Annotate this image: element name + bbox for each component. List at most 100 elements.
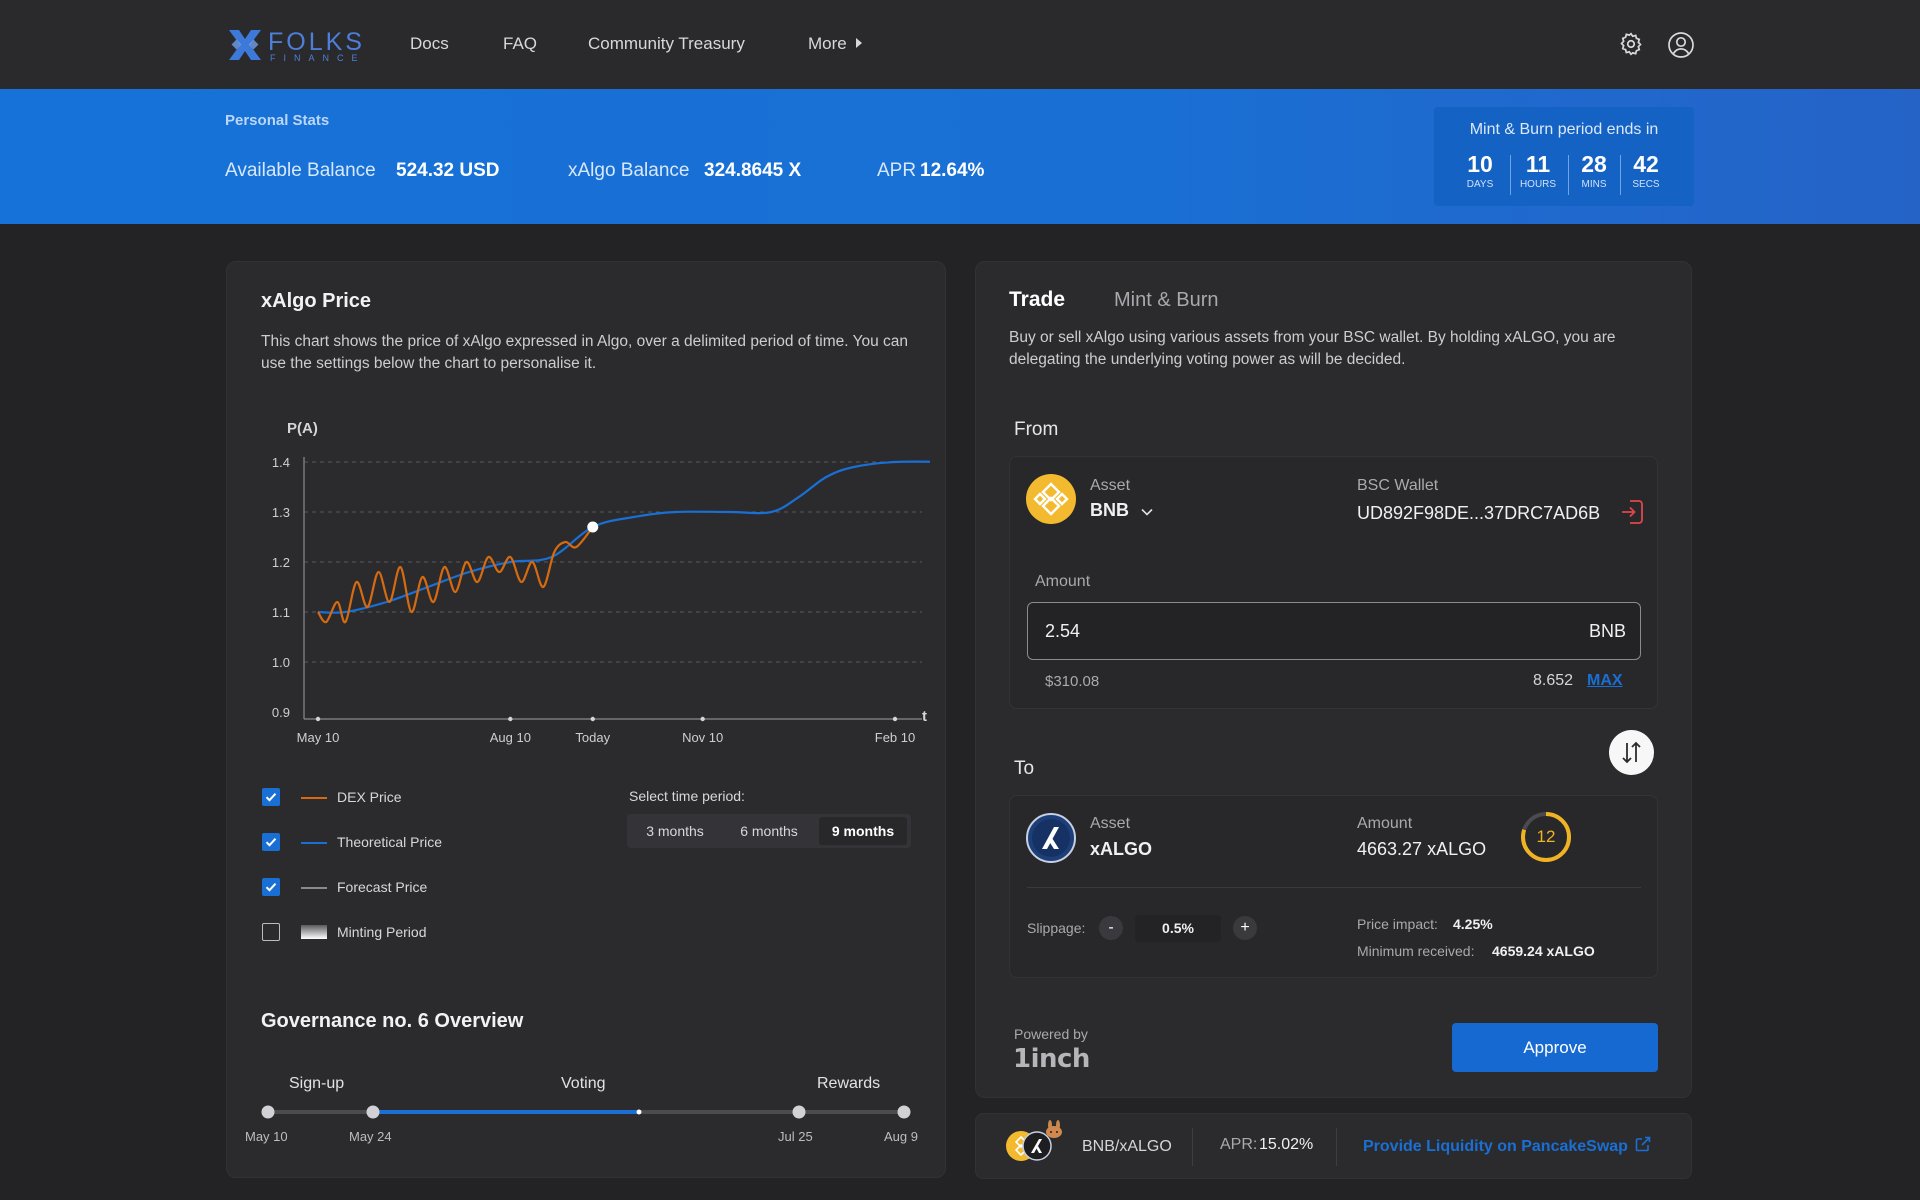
dex-price-label: DEX Price bbox=[337, 789, 402, 805]
xalgo-balance-label: xAlgo Balance bbox=[568, 160, 690, 181]
from-title: From bbox=[1014, 419, 1059, 440]
xalgo-price-chart: P(A) t 1.4 1.3 1.2 1.1 1.0 0.9 May 10 Aug 10 Tod… bbox=[272, 420, 930, 745]
bsc-wallet-address: UD892F98DE...37DRC7AD6B bbox=[1357, 503, 1601, 523]
minting-period-label: Minting Period bbox=[337, 924, 427, 940]
swap-arrows-icon bbox=[1622, 741, 1641, 764]
pancakeswap-bunny-icon bbox=[1044, 1120, 1064, 1138]
amount-input[interactable]: 2.54 BNB bbox=[1027, 602, 1641, 660]
checkmark-icon bbox=[265, 838, 277, 847]
phase-sign-up: Sign-up bbox=[289, 1075, 345, 1092]
phase-rewards: Rewards bbox=[817, 1075, 881, 1092]
slippage-decrease-button[interactable]: - bbox=[1099, 916, 1123, 940]
divider bbox=[1027, 887, 1641, 888]
top-navigation: FOLKS FINANCE Docs FAQ Community Treasur… bbox=[0, 0, 1920, 89]
timeline-node bbox=[897, 1105, 911, 1119]
to-amount-label: Amount bbox=[1357, 815, 1413, 832]
wallet-disconnect-icon[interactable] bbox=[1620, 499, 1644, 525]
slippage-input[interactable]: 0.5% bbox=[1135, 915, 1221, 942]
today-price-marker bbox=[587, 521, 599, 533]
countdown-secs-value: 42 bbox=[1633, 151, 1659, 177]
wallet-balance-value: 8.652 bbox=[1533, 672, 1574, 689]
apr-value: 12.64% bbox=[920, 160, 985, 181]
amount-usd-value: $310.08 bbox=[1045, 673, 1100, 690]
forecast-price-checkbox[interactable] bbox=[262, 878, 280, 896]
countdown-hours-unit: HOURS bbox=[1519, 179, 1557, 190]
gov-date-voting-end: Jul 25 bbox=[778, 1129, 813, 1144]
to-asset-value: xALGO bbox=[1090, 839, 1153, 859]
x-tick-label: Feb 10 bbox=[875, 730, 915, 745]
countdown-mins: 28 MINS bbox=[1566, 151, 1622, 190]
x-tick-marker bbox=[590, 716, 595, 722]
nav-more-label: More bbox=[808, 34, 847, 53]
x-tick-marker bbox=[508, 716, 513, 722]
xalgo-balance-value: 324.8645 X bbox=[704, 160, 802, 181]
theoretical-price-swatch bbox=[301, 842, 327, 844]
countdown-secs: 42 SECS bbox=[1618, 151, 1674, 190]
dex-price-line bbox=[317, 526, 594, 624]
user-account-icon[interactable] bbox=[1667, 31, 1695, 59]
slippage-label: Slippage: bbox=[1027, 920, 1086, 936]
settings-gear-icon[interactable] bbox=[1618, 31, 1644, 57]
dex-price-checkbox[interactable] bbox=[262, 788, 280, 806]
countdown-days: 10 DAYS bbox=[1452, 151, 1508, 190]
folks-finance-logo[interactable]: FOLKS FINANCE bbox=[225, 26, 362, 64]
nav-link-more[interactable]: More bbox=[808, 34, 864, 54]
nav-link-faq[interactable]: FAQ bbox=[503, 34, 537, 54]
approve-button[interactable]: Approve bbox=[1452, 1023, 1658, 1072]
countdown-title: Mint & Burn period ends in bbox=[1469, 121, 1659, 138]
external-link-icon bbox=[1635, 1136, 1651, 1152]
x-tick-label: Today bbox=[575, 730, 610, 745]
available-balance-value: 524.32 USD bbox=[396, 160, 500, 181]
checkmark-icon bbox=[265, 883, 277, 892]
mint-burn-countdown: Mint & Burn period ends in 10 DAYS 11 HO… bbox=[1434, 107, 1694, 206]
pool-apr-value: 15.02% bbox=[1259, 1136, 1314, 1153]
minting-period-swatch bbox=[301, 925, 327, 939]
nav-link-community-treasury[interactable]: Community Treasury bbox=[588, 34, 745, 54]
tab-mint-burn[interactable]: Mint & Burn bbox=[1114, 289, 1218, 312]
amount-input-value: 2.54 bbox=[1045, 621, 1081, 641]
bsc-wallet-label: BSC Wallet bbox=[1357, 477, 1439, 494]
nav-link-docs[interactable]: Docs bbox=[410, 34, 449, 54]
apr-label: APR bbox=[877, 160, 917, 181]
amount-label: Amount bbox=[1035, 573, 1091, 590]
to-amount-value: 4663.27 xALGO bbox=[1357, 839, 1487, 859]
x-tick-label: Nov 10 bbox=[682, 730, 723, 745]
timeline-node bbox=[261, 1105, 275, 1119]
swap-direction-button[interactable] bbox=[1609, 730, 1654, 775]
caret-right-icon bbox=[855, 38, 862, 48]
gov-date-rewards: Aug 9 bbox=[884, 1129, 918, 1144]
chevron-down-icon bbox=[1141, 508, 1154, 516]
forecast-price-label: Forecast Price bbox=[337, 879, 428, 895]
countdown-hours: 11 HOURS bbox=[1510, 151, 1566, 190]
countdown-days-unit: DAYS bbox=[1466, 179, 1494, 190]
minting-period-checkbox[interactable] bbox=[262, 923, 280, 941]
dex-price-swatch bbox=[301, 797, 327, 799]
countdown-secs-unit: SECS bbox=[1632, 179, 1660, 190]
period-6-months[interactable]: 6 months bbox=[723, 817, 815, 845]
amount-input-unit: BNB bbox=[1588, 621, 1626, 641]
y-tick-label: 0.9 bbox=[272, 705, 290, 720]
logo-subtext: FINANCE bbox=[270, 53, 366, 63]
divider bbox=[1192, 1128, 1193, 1166]
tab-trade[interactable]: Trade bbox=[1009, 288, 1065, 312]
x-tick-marker bbox=[700, 716, 705, 722]
max-button[interactable]: MAX bbox=[1587, 672, 1623, 690]
bnb-token-icon bbox=[1026, 474, 1076, 524]
slippage-increase-button[interactable]: + bbox=[1233, 916, 1257, 940]
personal-stats-title: Personal Stats bbox=[225, 112, 330, 129]
period-3-months[interactable]: 3 months bbox=[631, 817, 719, 845]
from-asset-select[interactable]: BNB bbox=[1090, 500, 1154, 521]
provide-liquidity-link[interactable]: Provide Liquidity on PancakeSwap bbox=[1363, 1136, 1651, 1156]
period-9-months[interactable]: 9 months bbox=[819, 817, 907, 845]
price-impact-label: Price impact: bbox=[1357, 916, 1438, 932]
theoretical-price-checkbox[interactable] bbox=[262, 833, 280, 851]
price-impact-value: 4.25% bbox=[1453, 916, 1493, 932]
theoretical-price-line bbox=[317, 460, 930, 614]
to-title: To bbox=[1014, 758, 1035, 779]
countdown-days-value: 10 bbox=[1467, 151, 1493, 177]
xalgo-token-icon bbox=[1026, 813, 1076, 863]
governance-title: Governance no. 6 Overview bbox=[261, 1010, 524, 1032]
from-asset-label: Asset bbox=[1090, 477, 1131, 494]
x-tick-marker bbox=[892, 716, 898, 722]
x-tick-marker bbox=[315, 716, 321, 722]
